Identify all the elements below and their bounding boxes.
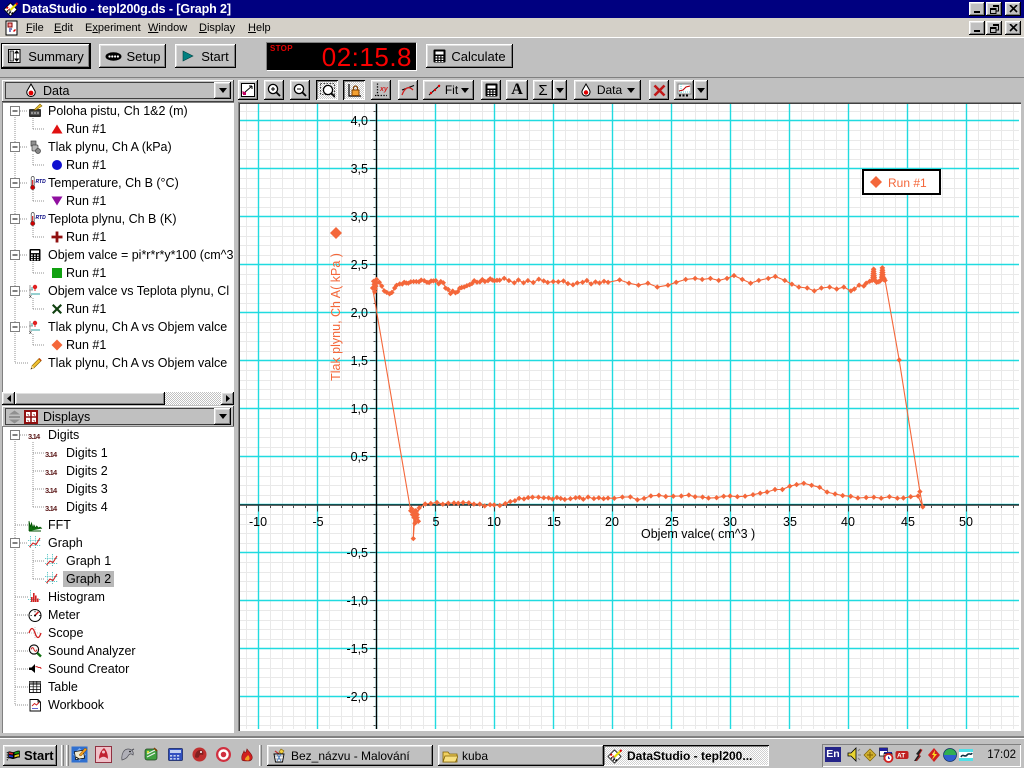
svg-text:-1,5: -1,5 bbox=[346, 642, 368, 656]
svg-text:2,5: 2,5 bbox=[351, 258, 368, 272]
svg-text:-1,0: -1,0 bbox=[346, 594, 368, 608]
svg-text:50: 50 bbox=[959, 515, 973, 529]
svg-text:40: 40 bbox=[841, 515, 855, 529]
svg-text:35: 35 bbox=[783, 515, 797, 529]
svg-text:1,5: 1,5 bbox=[351, 354, 368, 368]
svg-text:-10: -10 bbox=[249, 515, 267, 529]
svg-text:AT: AT bbox=[897, 753, 905, 760]
svg-text:Tlak plynu, Ch A( kPa ): Tlak plynu, Ch A( kPa ) bbox=[329, 253, 343, 381]
svg-text:20: 20 bbox=[605, 515, 619, 529]
svg-text:Objem valce( cm^3 ): Objem valce( cm^3 ) bbox=[641, 527, 755, 541]
svg-text:4,0: 4,0 bbox=[351, 114, 368, 128]
svg-text:45: 45 bbox=[901, 515, 915, 529]
svg-text:-5: -5 bbox=[312, 515, 323, 529]
svg-text:xy: xy bbox=[379, 86, 388, 93]
svg-text:-0,5: -0,5 bbox=[346, 546, 368, 560]
svg-text:1,0: 1,0 bbox=[351, 402, 368, 416]
svg-text:3,5: 3,5 bbox=[351, 162, 368, 176]
svg-text:3,0: 3,0 bbox=[351, 210, 368, 224]
svg-text:2,0: 2,0 bbox=[351, 306, 368, 320]
svg-text:10: 10 bbox=[487, 515, 501, 529]
svg-text:Run #1: Run #1 bbox=[888, 176, 927, 190]
svg-text:5: 5 bbox=[433, 515, 440, 529]
svg-text:0,5: 0,5 bbox=[351, 450, 368, 464]
svg-text:15: 15 bbox=[547, 515, 561, 529]
svg-text:-2,0: -2,0 bbox=[346, 690, 368, 704]
